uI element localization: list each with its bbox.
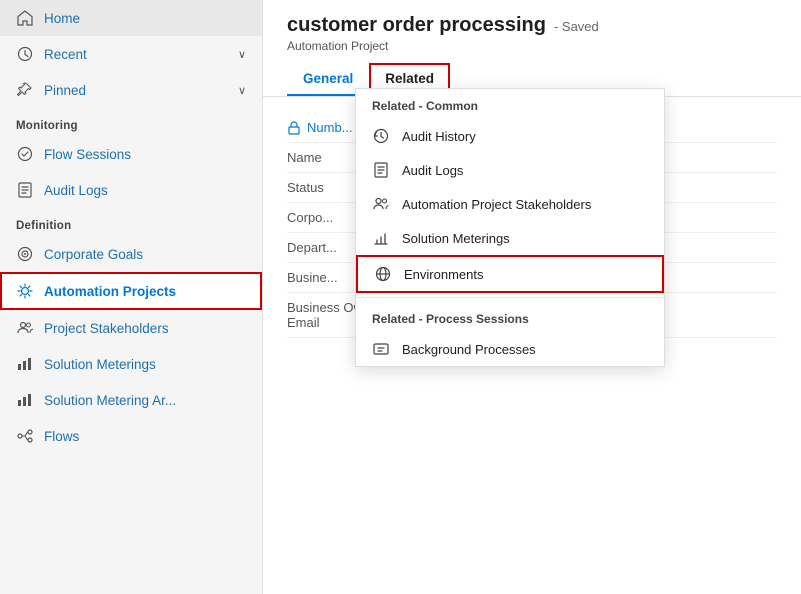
lock-icon xyxy=(287,121,301,135)
automation-stakeholders-icon xyxy=(372,195,390,213)
monitoring-section-label: Monitoring xyxy=(0,108,262,136)
environments-label: Environments xyxy=(404,267,483,282)
audit-history-icon xyxy=(372,127,390,145)
project-stakeholders-icon xyxy=(16,319,34,337)
dropdown-divider xyxy=(356,297,664,298)
sidebar-item-audit-logs[interactable]: Audit Logs xyxy=(0,172,262,208)
dropdown-audit-logs-icon xyxy=(372,161,390,179)
sidebar-item-flow-sessions[interactable]: Flow Sessions xyxy=(0,136,262,172)
automation-projects-icon xyxy=(16,282,34,300)
sidebar-item-flows[interactable]: Flows xyxy=(0,418,262,454)
solution-metering-ar-icon xyxy=(16,391,34,409)
sidebar-project-stakeholders-label: Project Stakeholders xyxy=(44,321,169,336)
sidebar-automation-projects-label: Automation Projects xyxy=(44,284,176,299)
main-content: customer order processing - Saved Automa… xyxy=(263,0,801,594)
background-processes-label: Background Processes xyxy=(402,342,536,357)
sidebar-solution-meterings-label: Solution Meterings xyxy=(44,357,156,372)
pinned-chevron-icon: ∨ xyxy=(238,84,246,97)
dropdown-section-common-label: Related - Common xyxy=(356,89,664,119)
dropdown-section-process-label: Related - Process Sessions xyxy=(356,302,664,332)
sidebar-corporate-goals-label: Corporate Goals xyxy=(44,247,143,262)
dropdown-item-solution-meterings[interactable]: Solution Meterings xyxy=(356,221,664,255)
solution-meterings-dd-label: Solution Meterings xyxy=(402,231,510,246)
sidebar-flow-sessions-label: Flow Sessions xyxy=(44,147,131,162)
solution-meterings-icon xyxy=(16,355,34,373)
sidebar: Home Recent ∨ Pinned ∨ Monitoring Flow S… xyxy=(0,0,263,594)
dropdown-item-automation-stakeholders[interactable]: Automation Project Stakeholders xyxy=(356,187,664,221)
flows-icon xyxy=(16,427,34,445)
sidebar-solution-metering-ar-label: Solution Metering Ar... xyxy=(44,393,176,408)
corporate-goals-icon xyxy=(16,245,34,263)
environments-icon xyxy=(374,265,392,283)
sidebar-item-home[interactable]: Home xyxy=(0,0,262,36)
audit-history-label: Audit History xyxy=(402,129,476,144)
related-dropdown: Related - Common Audit History Audit Log… xyxy=(355,88,665,367)
sidebar-item-solution-metering-ar[interactable]: Solution Metering Ar... xyxy=(0,382,262,418)
page-subtitle: Automation Project xyxy=(287,39,777,53)
home-icon xyxy=(16,9,34,27)
sidebar-item-corporate-goals[interactable]: Corporate Goals xyxy=(0,236,262,272)
dropdown-item-audit-logs[interactable]: Audit Logs xyxy=(356,153,664,187)
sidebar-item-recent[interactable]: Recent ∨ xyxy=(0,36,262,72)
sidebar-pinned-label: Pinned xyxy=(44,83,86,98)
flow-sessions-icon xyxy=(16,145,34,163)
background-processes-icon xyxy=(372,340,390,358)
solution-meterings-dd-icon xyxy=(372,229,390,247)
sidebar-item-project-stakeholders[interactable]: Project Stakeholders xyxy=(0,310,262,346)
audit-logs-icon xyxy=(16,181,34,199)
automation-stakeholders-label: Automation Project Stakeholders xyxy=(402,197,591,212)
sidebar-item-solution-meterings[interactable]: Solution Meterings xyxy=(0,346,262,382)
recent-chevron-icon: ∨ xyxy=(238,48,246,61)
sidebar-home-label: Home xyxy=(44,11,80,26)
dropdown-item-background-processes[interactable]: Background Processes xyxy=(356,332,664,366)
sidebar-recent-label: Recent xyxy=(44,47,87,62)
definition-section-label: Definition xyxy=(0,208,262,236)
page-title: customer order processing xyxy=(287,14,546,37)
main-header: customer order processing - Saved Automa… xyxy=(263,0,801,97)
sidebar-item-pinned[interactable]: Pinned ∨ xyxy=(0,72,262,108)
saved-label: - Saved xyxy=(554,19,599,34)
sidebar-flows-label: Flows xyxy=(44,429,79,444)
audit-logs-dd-label: Audit Logs xyxy=(402,163,463,178)
number-value: Numb... xyxy=(307,120,353,135)
recent-icon xyxy=(16,45,34,63)
pinned-icon xyxy=(16,81,34,99)
dropdown-item-audit-history[interactable]: Audit History xyxy=(356,119,664,153)
sidebar-audit-logs-label: Audit Logs xyxy=(44,183,108,198)
sidebar-item-automation-projects[interactable]: Automation Projects xyxy=(0,272,262,310)
dropdown-item-environments[interactable]: Environments xyxy=(356,255,664,293)
